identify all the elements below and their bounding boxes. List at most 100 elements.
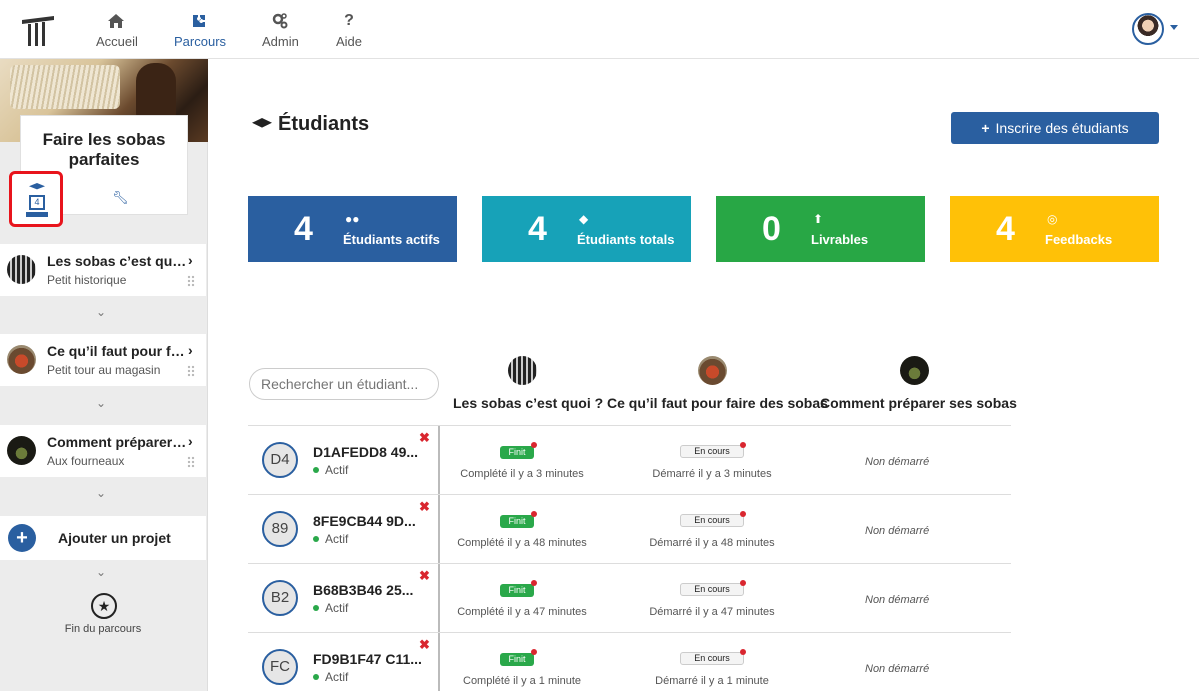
star-laurel-icon: ★ — [91, 593, 117, 619]
column-header: Ce qu’il faut pour faire des sobas — [607, 395, 828, 411]
status-text: Actif — [325, 463, 349, 477]
search-input[interactable] — [249, 368, 439, 400]
graduation-cap-icon: ◆ — [579, 212, 589, 226]
nav-label: Aide — [335, 34, 363, 49]
status-dot-icon — [313, 605, 319, 611]
student-name[interactable]: B68B3B46 25... — [313, 582, 413, 598]
column-divider — [438, 564, 440, 633]
progress-note: Démarré il y a 47 minutes — [649, 606, 775, 618]
status-badge: En cours — [680, 442, 746, 458]
table-row[interactable]: D4 D1AFEDD8 49... Actif ✖ Finit Complété… — [248, 425, 1011, 495]
avatar: B2 — [262, 580, 298, 616]
graduation-cap-icon — [29, 183, 45, 190]
progress-note: Démarré il y a 3 minutes — [652, 468, 772, 480]
stat-label: Feedbacks — [1045, 232, 1113, 247]
status-badge: En cours — [680, 649, 746, 665]
sidebar: Faire les sobas parfaites 4 🔧︎ Les sobas… — [0, 59, 208, 691]
double-chevron-down-icon: ⌄ — [96, 396, 107, 410]
chevron-right-icon[interactable]: › — [188, 433, 193, 449]
status-dot-icon — [313, 467, 319, 473]
wrench-icon[interactable]: 🔧︎ — [112, 190, 129, 206]
remove-student-icon[interactable]: ✖ — [419, 430, 430, 446]
student-status: Actif — [313, 463, 348, 477]
remove-student-icon[interactable]: ✖ — [419, 568, 430, 584]
badge-text: En cours — [694, 446, 730, 456]
table-row[interactable]: FC FD9B1F47 C11... Actif ✖ Finit Complét… — [248, 632, 1011, 691]
home-icon — [108, 14, 124, 28]
progress-note: Démarré il y a 1 minute — [655, 675, 769, 687]
chapter-title: Les sobas c’est quoi ? — [47, 253, 189, 269]
chapter-item[interactable]: Comment préparer ses sobas Aux fourneaux… — [0, 425, 206, 477]
chapter-subtitle: Petit tour au magasin — [47, 363, 161, 377]
question-icon: ? — [344, 12, 354, 29]
chevron-down-icon[interactable] — [1170, 25, 1178, 30]
stat-label: Étudiants totals — [577, 232, 675, 247]
double-chevron-down-icon: ⌄ — [96, 565, 107, 579]
column-thumbnail — [698, 356, 727, 385]
double-chevron-down-icon: ⌄ — [96, 305, 107, 319]
badge-text: Finit — [508, 447, 526, 457]
nav-aide[interactable]: ? Aide — [335, 12, 363, 49]
chapter-thumbnail — [7, 345, 36, 374]
table-row[interactable]: B2 B68B3B46 25... Actif ✖ Finit Complété… — [248, 563, 1011, 633]
status-badge: Finit — [500, 511, 537, 528]
notification-dot — [531, 580, 537, 586]
users-icon: ●● — [345, 212, 360, 226]
nav-accueil[interactable]: Accueil — [96, 12, 138, 49]
notification-dot — [740, 649, 746, 655]
plus-icon: + — [8, 524, 36, 552]
table-row[interactable]: 89 8FE9CB44 9D... Actif ✖ Finit Complété… — [248, 494, 1011, 564]
stat-total-students: 4 ◆ Étudiants totals — [482, 196, 691, 262]
status-badge: Finit — [500, 649, 537, 666]
avatar: 89 — [262, 511, 298, 547]
badge-text: Finit — [508, 516, 526, 526]
stat-label: Étudiants actifs — [343, 232, 440, 247]
student-count-badge: 4 — [29, 195, 45, 210]
notification-dot — [531, 442, 537, 448]
nav-label: Parcours — [174, 34, 227, 49]
stat-value: 4 — [528, 210, 547, 248]
drag-handle-icon[interactable] — [187, 456, 195, 468]
stat-active-students: 4 ●● Étudiants actifs — [248, 196, 457, 262]
student-status: Actif — [313, 670, 348, 684]
avatar: FC — [262, 649, 298, 685]
nav-admin[interactable]: Admin — [262, 12, 299, 49]
status-badge: En cours — [680, 511, 746, 527]
notification-dot — [740, 580, 746, 586]
add-project-label: Ajouter un projet — [58, 530, 171, 546]
drag-handle-icon[interactable] — [187, 275, 195, 287]
nav-parcours[interactable]: Parcours — [174, 12, 227, 49]
stat-label: Livrables — [811, 232, 869, 247]
status-dot-icon — [313, 674, 319, 680]
students-tab[interactable]: 4 — [9, 171, 63, 227]
student-name[interactable]: FD9B1F47 C11... — [313, 651, 422, 667]
double-chevron-down-icon: ⌄ — [96, 486, 107, 500]
top-navbar: Accueil Parcours Admin ? Aide — [0, 0, 1199, 59]
progress-note: Complété il y a 1 minute — [463, 675, 581, 687]
remove-student-icon[interactable]: ✖ — [419, 637, 430, 653]
stat-value: 4 — [996, 210, 1015, 248]
student-name[interactable]: 8FE9CB44 9D... — [313, 513, 416, 529]
add-project-button[interactable]: + Ajouter un projet — [0, 516, 206, 560]
chapter-item[interactable]: Les sobas c’est quoi ? Petit historique … — [0, 244, 206, 296]
medal-icon: ◎ — [1047, 212, 1058, 226]
project-title: Faire les sobas parfaites — [42, 130, 166, 169]
not-started-label: Non démarré — [865, 594, 930, 606]
student-status: Actif — [313, 532, 348, 546]
enroll-students-button[interactable]: + Inscrire des étudiants — [951, 112, 1159, 144]
column-divider — [438, 426, 440, 495]
chapter-title: Ce qu’il faut pour faire des sobas — [47, 343, 189, 359]
chevron-right-icon[interactable]: › — [188, 342, 193, 358]
drag-handle-icon[interactable] — [187, 365, 195, 377]
status-text: Actif — [325, 670, 349, 684]
stat-feedbacks: 4 ◎ Feedbacks — [950, 196, 1159, 262]
chevron-right-icon[interactable]: › — [188, 252, 193, 268]
remove-student-icon[interactable]: ✖ — [419, 499, 430, 515]
avatar: D4 — [262, 442, 298, 478]
chapter-item[interactable]: Ce qu’il faut pour faire des sobas Petit… — [0, 334, 206, 386]
logo-icon[interactable] — [20, 14, 56, 48]
student-name[interactable]: D1AFEDD8 49... — [313, 444, 418, 460]
column-divider — [438, 495, 440, 564]
not-started-label: Non démarré — [865, 456, 930, 468]
user-avatar[interactable] — [1132, 13, 1164, 45]
